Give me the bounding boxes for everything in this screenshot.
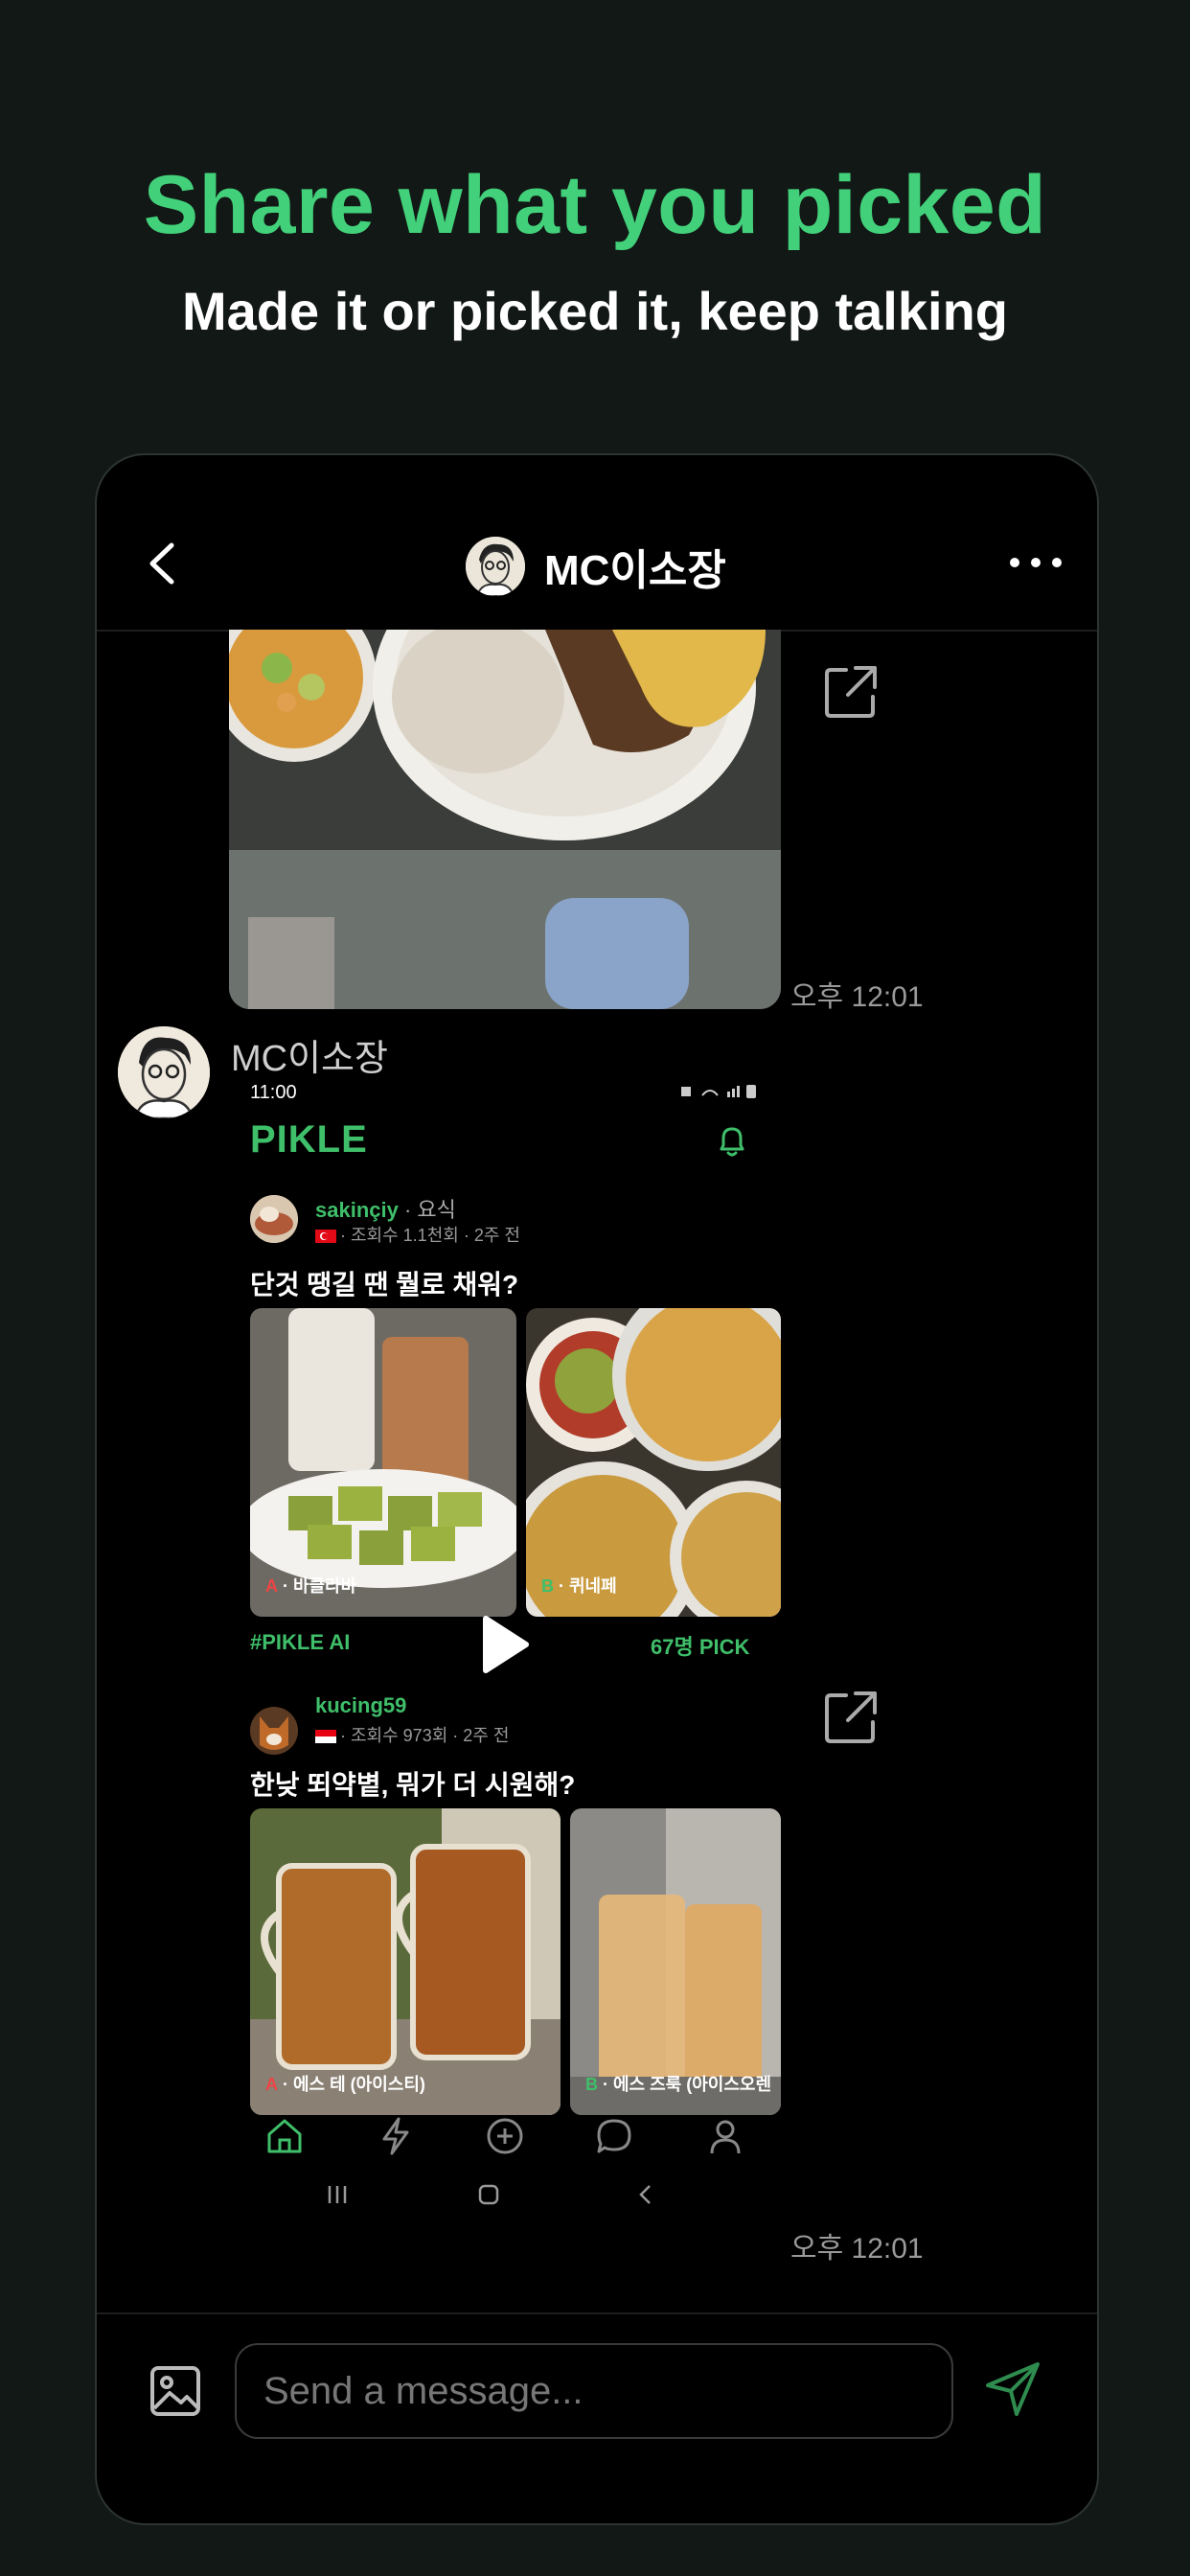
external-share-icon[interactable] [823,664,879,720]
message-time: 오후 12:01 [790,2233,924,2265]
status-time: 11:00 [250,1082,297,1103]
option-b-card[interactable]: B · 에스 즈룩 (아이스오렌 [570,1808,781,2115]
profile-icon [710,2120,741,2154]
message-input[interactable]: Send a message... [235,2343,953,2439]
recent-apps-icon [328,2186,347,2203]
post-meta-text: · 조회수 1.1천회 · 2주 전 [340,1226,520,1245]
bell-icon [720,1127,744,1157]
option-a-label: A · 에스 테 (아이스티) [265,2071,425,2096]
option-a-text: · 에스 테 (아이스티) [278,2075,425,2094]
app-brand: PIKLE [250,1118,368,1161]
post-avatar [250,1195,298,1243]
hero-subtitle: Made it or picked it, keep talking [182,281,1008,341]
message-composer: Send a message... [97,2312,1097,2523]
sender-name: MC이소장 [231,1039,388,1079]
hero-title: Share what you picked [143,159,1047,251]
flag-icon [315,1230,336,1244]
option-a-letter: A [265,2075,278,2094]
message-photo[interactable] [229,630,781,1009]
post-question: 한낮 뙤약볕, 뭐가 더 시원해? [250,1770,576,1800]
home-icon [267,2119,302,2153]
option-b-label: B · 에스 즈룩 (아이스오렌 [585,2071,771,2096]
chat-bubble-icon [597,2119,631,2153]
phone-frame: MC이소장 오후 12:01 MC이소장 11:00 PIKLE sakinçi… [95,453,1099,2525]
post-meta-text: · 조회수 973회 · 2주 전 [340,1726,510,1745]
message-time: 오후 12:01 [790,981,924,1013]
option-b-card[interactable]: B · 퀴네페 [526,1308,781,1617]
play-icon[interactable] [478,1615,530,1674]
post-meta: · 조회수 1.1천회 · 2주 전 [315,1222,520,1247]
option-a-card[interactable]: A · 에스 테 (아이스티) [250,1808,561,2115]
option-b-label: B · 퀴네페 [541,1573,617,1598]
post-question: 단것 땡길 땐 뭘로 채워? [250,1270,519,1300]
option-b-letter: B [585,2075,598,2094]
option-b-text: · 퀴네페 [554,1576,617,1596]
status-icons [681,1085,756,1098]
option-a-label: A · 바클라바 [265,1573,356,1598]
image-icon[interactable] [149,2364,202,2418]
option-a-text: · 바클라바 [278,1576,357,1596]
option-b-text: · 에스 즈룩 (아이스오렌 [598,2075,772,2094]
system-back-icon [639,2185,651,2204]
avatar [466,537,525,596]
post-category: · 요식 [398,1198,456,1222]
post-username: kucing59 [315,1693,407,1717]
option-a-letter: A [265,1576,278,1596]
post-meta: · 조회수 973회 · 2주 전 [315,1722,509,1747]
ai-tag: #PIKLE AI [250,1630,351,1654]
post-username-text: sakinçiy [315,1198,399,1222]
chevron-left-icon[interactable] [143,540,181,587]
post-avatar [250,1707,298,1755]
pick-count: 67명 PICK [651,1635,750,1659]
add-circle-icon [487,2118,523,2154]
option-a-card[interactable]: A · 바클라바 [250,1308,516,1617]
lightning-icon [382,2117,409,2155]
chat-title-group[interactable]: MC이소장 [466,536,726,597]
sender-avatar[interactable] [118,1026,210,1118]
post-username: sakinçiy · 요식 [315,1193,456,1224]
flag-icon [315,1730,336,1744]
option-b-letter: B [541,1576,554,1596]
chat-title: MC이소장 [544,547,726,594]
more-dots-icon[interactable] [1007,551,1064,574]
send-icon[interactable] [982,2358,1043,2420]
shared-screenshot[interactable]: 11:00 PIKLE sakinçiy · 요식 · 조회수 1.1천회 · … [250,1076,781,2224]
external-share-icon[interactable] [823,1690,879,1745]
chat-header: MC이소장 [97,455,1097,632]
home-square-icon [478,2184,499,2205]
